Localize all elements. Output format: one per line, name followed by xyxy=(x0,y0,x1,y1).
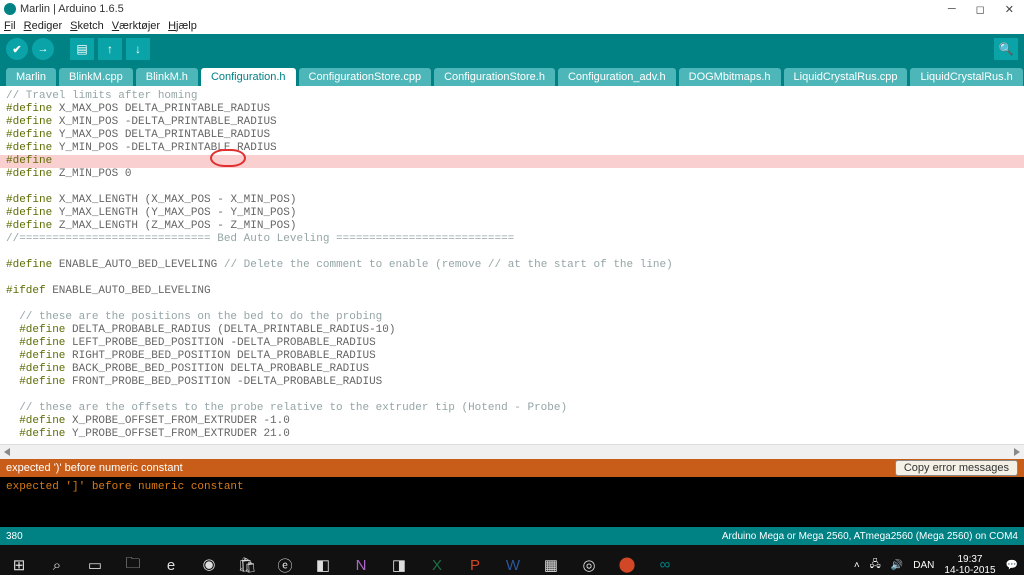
serial-monitor-button[interactable]: 🔍 xyxy=(994,38,1018,60)
search-icon[interactable]: ⌕ xyxy=(38,545,76,575)
tab-marlin[interactable]: Marlin xyxy=(6,68,56,86)
save-button[interactable]: ↓ xyxy=(126,38,150,60)
tab-blinkm-h[interactable]: BlinkM.h xyxy=(136,68,198,86)
code-line[interactable]: #define ENABLE_AUTO_BED_LEVELING // Dele… xyxy=(6,259,1018,272)
menu-item-fil[interactable]: Fil xyxy=(4,20,16,32)
copy-error-button[interactable]: Copy error messages xyxy=(895,460,1018,476)
horizontal-scrollbar[interactable] xyxy=(0,444,1024,459)
ie-icon[interactable]: ⓔ xyxy=(266,545,304,575)
error-summary: expected ')' before numeric constant xyxy=(6,462,183,474)
toolbar: ✔ → ▤ ↑ ↓ 🔍 xyxy=(0,34,1024,64)
annotation-circle xyxy=(210,149,246,167)
status-line-number: 380 xyxy=(6,531,23,542)
code-line[interactable]: #define Y_PROBE_OFFSET_FROM_EXTRUDER 21.… xyxy=(6,428,1018,441)
code-line[interactable]: #define DELTA_PROBABLE_RADIUS (DELTA_PRI… xyxy=(6,324,1018,337)
code-line[interactable]: // these are the positions on the bed to… xyxy=(6,311,1018,324)
word-icon[interactable]: W xyxy=(494,545,532,575)
code-line[interactable]: // these are the offsets to the probe re… xyxy=(6,402,1018,415)
code-line[interactable]: #define Z_MIN_POS 0 xyxy=(6,168,1018,181)
code-line[interactable]: #define X_PROBE_OFFSET_FROM_EXTRUDER -1.… xyxy=(6,415,1018,428)
tray-network-icon[interactable]: 🖧 xyxy=(870,557,881,574)
app-icon[interactable]: ◧ xyxy=(304,545,342,575)
code-line[interactable]: #define Y_MAX_POS DELTA_PRINTABLE_RADIUS xyxy=(6,129,1018,142)
verify-button[interactable]: ✔ xyxy=(6,38,28,60)
menu-item-hjælp[interactable]: Hjælp xyxy=(168,20,197,32)
new-button[interactable]: ▤ xyxy=(70,38,94,60)
tray-lang[interactable]: DAN xyxy=(913,560,934,571)
app-icon[interactable]: ◨ xyxy=(380,545,418,575)
excel-icon[interactable]: X xyxy=(418,545,456,575)
arduino-taskbar-icon[interactable]: ∞ xyxy=(646,545,684,575)
tray-clock[interactable]: 19:37 14-10-2015 xyxy=(944,554,995,575)
console-output[interactable]: expected ']' before numeric constant xyxy=(0,477,1024,527)
powerpoint-icon[interactable]: P xyxy=(456,545,494,575)
status-bar: 380 Arduino Mega or Mega 2560, ATmega256… xyxy=(0,527,1024,545)
code-line[interactable]: #define FRONT_PROBE_BED_POSITION -DELTA_… xyxy=(6,376,1018,389)
windows-taskbar: ⊞ ⌕ ▭ 🗀 e ◉ 🛍 ⓔ ◧ N ◨ X P W ▦ ◎ ⬤ ∞ ˄ 🖧 … xyxy=(0,545,1024,575)
code-line[interactable]: #define X_MIN_POS -DELTA_PRINTABLE_RADIU… xyxy=(6,116,1018,129)
code-line[interactable]: #define RIGHT_PROBE_BED_POSITION DELTA_P… xyxy=(6,350,1018,363)
menu-item-værktøjer[interactable]: Værktøjer xyxy=(112,20,160,32)
window-titlebar: Marlin | Arduino 1.6.5 ─ ◻ ✕ xyxy=(0,0,1024,18)
window-title: Marlin | Arduino 1.6.5 xyxy=(20,3,124,15)
tray-notifications-icon[interactable]: 💬 xyxy=(1006,560,1018,571)
console-line xyxy=(6,493,1018,505)
tab-configurationstore-cpp[interactable]: ConfigurationStore.cpp xyxy=(299,68,432,86)
code-line[interactable]: #define Y_MIN_POS -DELTA_PRINTABLE_RADIU… xyxy=(6,142,1018,155)
app-icon[interactable]: ▦ xyxy=(532,545,570,575)
tray-volume-icon[interactable]: 🔊 xyxy=(891,560,903,571)
code-line[interactable] xyxy=(6,181,1018,194)
onenote-icon[interactable]: N xyxy=(342,545,380,575)
task-view-icon[interactable]: ▭ xyxy=(76,545,114,575)
chrome-icon[interactable]: ◉ xyxy=(190,545,228,575)
tab-bar: MarlinBlinkM.cppBlinkM.hConfiguration.hC… xyxy=(0,64,1024,86)
tab-configurationstore-h[interactable]: ConfigurationStore.h xyxy=(434,68,555,86)
tab-configuration-h[interactable]: Configuration.h xyxy=(201,68,296,86)
code-line[interactable] xyxy=(6,272,1018,285)
tab-configuration_adv-h[interactable]: Configuration_adv.h xyxy=(558,68,676,86)
menu-item-rediger[interactable]: Rediger xyxy=(24,20,63,32)
upload-button[interactable]: → xyxy=(32,38,54,60)
file-explorer-icon[interactable]: 🗀 xyxy=(114,545,152,575)
code-editor[interactable]: // Travel limits after homing#define X_M… xyxy=(0,86,1024,444)
close-button[interactable]: ✕ xyxy=(1005,3,1014,16)
code-line[interactable]: #define BACK_PROBE_BED_POSITION DELTA_PR… xyxy=(6,363,1018,376)
arduino-logo-icon xyxy=(4,3,16,15)
start-button[interactable]: ⊞ xyxy=(0,545,38,575)
tab-liquidcrystalrus-h[interactable]: LiquidCrystalRus.h xyxy=(910,68,1022,86)
code-line[interactable]: // Travel limits after homing xyxy=(6,90,1018,103)
app-icon[interactable]: ◎ xyxy=(570,545,608,575)
console-line: expected ']' before numeric constant xyxy=(6,481,1018,493)
code-line[interactable]: #define LEFT_PROBE_BED_POSITION -DELTA_P… xyxy=(6,337,1018,350)
code-line[interactable]: #define Y_MAX_LENGTH (Y_MAX_POS - Y_MIN_… xyxy=(6,207,1018,220)
tab-dogmbitmaps-h[interactable]: DOGMbitmaps.h xyxy=(679,68,781,86)
app-icon[interactable]: ⬤ xyxy=(608,545,646,575)
code-line[interactable]: #define X_MAX_POS DELTA_PRINTABLE_RADIUS xyxy=(6,103,1018,116)
error-bar: expected ')' before numeric constant Cop… xyxy=(0,459,1024,477)
minimize-button[interactable]: ─ xyxy=(948,3,956,16)
edge-icon[interactable]: e xyxy=(152,545,190,575)
open-button[interactable]: ↑ xyxy=(98,38,122,60)
code-line[interactable]: #define Z_MAX_LENGTH (Z_MAX_POS - Z_MIN_… xyxy=(6,220,1018,233)
code-line[interactable]: #ifdef ENABLE_AUTO_BED_LEVELING xyxy=(6,285,1018,298)
status-board-info: Arduino Mega or Mega 2560, ATmega2560 (M… xyxy=(722,531,1018,542)
code-line[interactable] xyxy=(6,298,1018,311)
menu-bar: Fil Rediger Sketch Værktøjer Hjælp xyxy=(0,18,1024,34)
store-icon[interactable]: 🛍 xyxy=(228,545,266,575)
tab-blinkm-cpp[interactable]: BlinkM.cpp xyxy=(59,68,133,86)
code-line[interactable] xyxy=(6,389,1018,402)
code-line[interactable]: #define X_MAX_LENGTH (X_MAX_POS - X_MIN_… xyxy=(6,194,1018,207)
code-line[interactable] xyxy=(6,246,1018,259)
code-line[interactable]: //============================= Bed Auto… xyxy=(6,233,1018,246)
tray-chevron-icon[interactable]: ˄ xyxy=(854,560,860,571)
menu-item-sketch[interactable]: Sketch xyxy=(70,20,104,32)
maximize-button[interactable]: ◻ xyxy=(976,3,985,16)
tab-liquidcrystalrus-cpp[interactable]: LiquidCrystalRus.cpp xyxy=(784,68,908,86)
